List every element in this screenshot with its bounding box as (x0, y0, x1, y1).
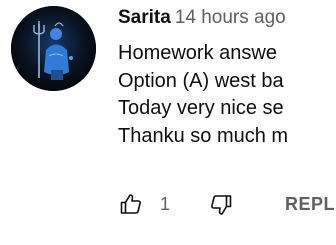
avatar[interactable] (11, 6, 96, 91)
avatar-image (11, 6, 96, 91)
comment-line-2: Option (A) west ba (118, 69, 284, 92)
thumbs-down-icon[interactable] (208, 192, 234, 218)
comment-timestamp[interactable]: 14 hours ago (175, 7, 286, 28)
comment-line-1: Homework answe (118, 42, 277, 64)
thumbs-up-icon[interactable] (118, 191, 144, 217)
comment-line-3: Today very nice se (118, 97, 284, 119)
comment-header: Sarita 14 hours ago (118, 5, 286, 31)
comment-line-4: Thanku so much m (118, 124, 289, 147)
reply-button[interactable]: REPL (285, 191, 335, 217)
comment-text: Homework answe Option (A) west ba Today … (118, 40, 336, 150)
comment-actions: 1 REPL (118, 191, 336, 221)
comment-thread: Sarita 14 hours ago Homework answe Option… (0, 0, 336, 245)
like-count: 1 (160, 194, 171, 214)
author-name[interactable]: Sarita (118, 7, 171, 28)
